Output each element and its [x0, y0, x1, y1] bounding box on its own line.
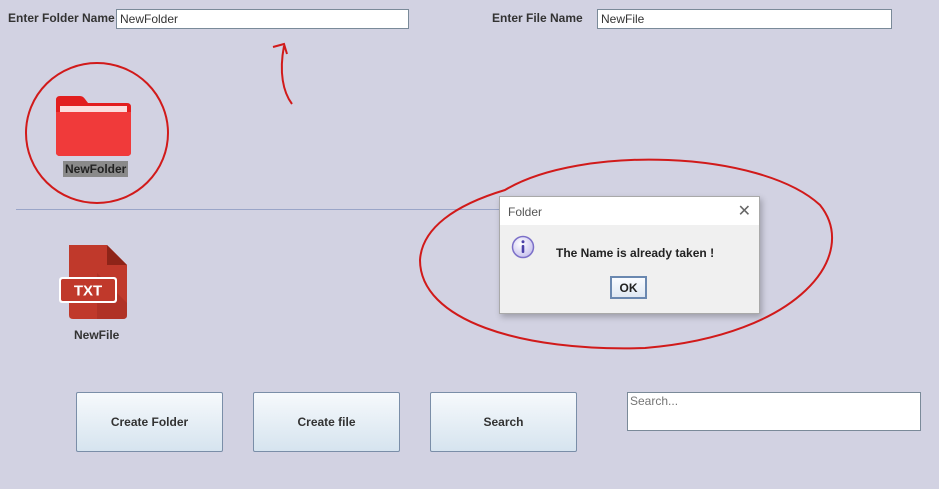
annotation-overlay	[25, 42, 833, 350]
annotation-circle-folder	[25, 62, 169, 204]
annotation-ellipse-dialog	[418, 158, 833, 350]
arrow-head-icon	[272, 42, 288, 55]
annotation-arrow-line	[280, 45, 293, 105]
